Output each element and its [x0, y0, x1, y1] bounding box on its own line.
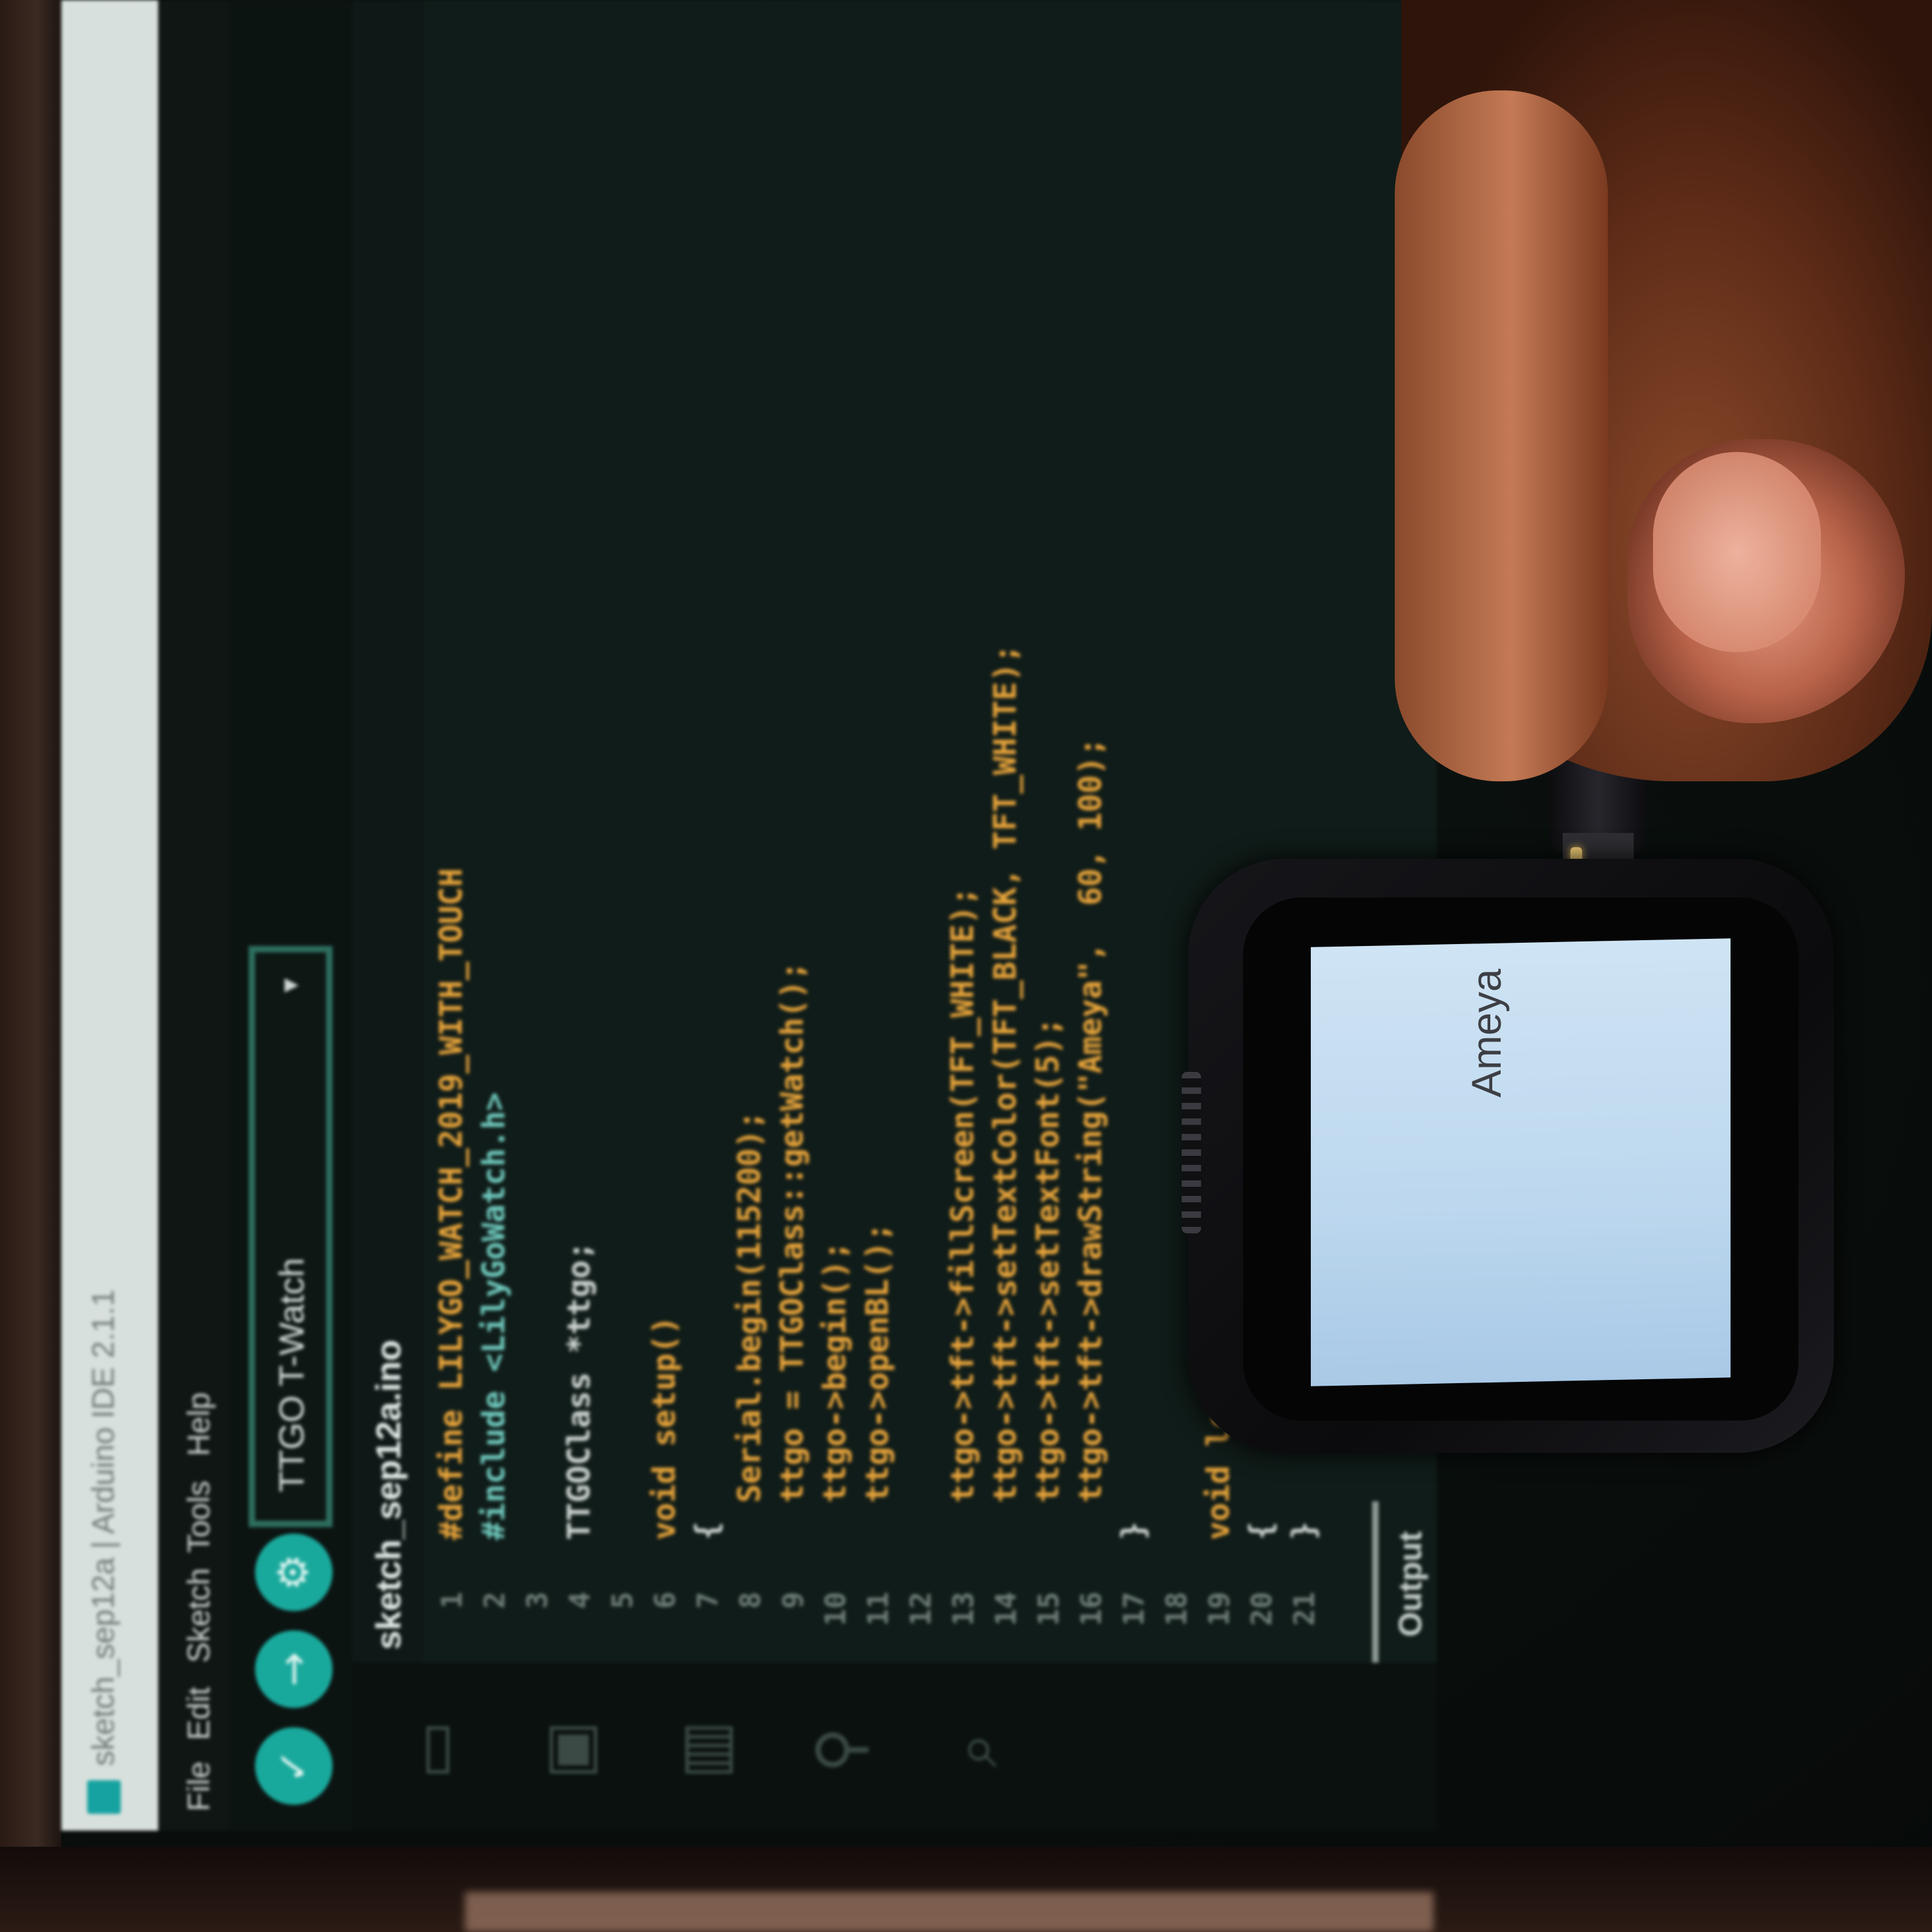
file-tabs: sketch_sep12a.ino	[352, 0, 423, 1663]
code-line: {	[1243, 1521, 1279, 1540]
line-number: 2	[478, 1592, 511, 1609]
line-number: 17	[1118, 1592, 1151, 1626]
upload-button[interactable]: →	[255, 1630, 333, 1708]
index-finger	[1395, 90, 1608, 781]
tab-sketch-file[interactable]: sketch_sep12a.ino	[369, 1340, 409, 1650]
menu-file[interactable]: File	[181, 1762, 217, 1811]
title-bar: sketch_sep12a | Arduino IDE 2.1.1	[61, 0, 158, 1831]
line-number: 11	[862, 1592, 895, 1626]
output-tab-label: Output	[1392, 1531, 1428, 1637]
debug-icon[interactable]: ⚲	[803, 1714, 876, 1785]
debug-button[interactable]: ⚙	[255, 1534, 333, 1611]
line-number: 20	[1246, 1592, 1279, 1626]
line-number: 13	[947, 1592, 980, 1626]
line-number: 7	[692, 1592, 724, 1609]
desk-edge	[0, 0, 61, 1932]
watch-screen	[1311, 938, 1731, 1386]
line-number: 12	[905, 1592, 938, 1626]
code-line: }	[1115, 1521, 1151, 1540]
line-number: 14	[990, 1592, 1023, 1626]
code-line: ttgo->begin();	[817, 1241, 853, 1540]
code-line: Serial.begin(115200);	[732, 1111, 768, 1540]
check-icon: ✓	[270, 1749, 318, 1783]
toolbar: ✓ → ⚙ TTGO T-Watch ▾	[229, 0, 352, 1831]
line-number: 5	[606, 1592, 639, 1609]
thumbnail	[1653, 452, 1821, 652]
line-number: 1	[436, 1592, 469, 1609]
menu-bar: File Edit Sketch Tools Help	[158, 0, 229, 1831]
watch-screen-text: Ameya	[1463, 969, 1510, 1098]
debug-icon: ⚙	[270, 1554, 318, 1591]
code-line: {	[689, 1521, 725, 1540]
verify-button[interactable]: ✓	[255, 1727, 333, 1805]
folder-icon[interactable]: ▭	[396, 1714, 469, 1785]
line-number: 6	[649, 1592, 682, 1609]
board-label: TTGO T-Watch	[272, 1257, 311, 1492]
search-icon[interactable]: ⌕	[939, 1714, 1011, 1785]
code-line: ttgo->tft->fillScreen(TFT_WHITE);	[945, 887, 981, 1540]
code-line: }	[1286, 1521, 1322, 1540]
bottom-light	[465, 1892, 1434, 1932]
chevron-down-icon: ▾	[273, 978, 306, 993]
code-line: ttgo->tft->setTextColor(TFT_BLACK, TFT_W…	[987, 644, 1023, 1540]
menu-tools[interactable]: Tools	[181, 1481, 217, 1553]
speaker-grille	[1182, 1072, 1201, 1233]
photo-scene: sketch_sep12a | Arduino IDE 2.1.1 File E…	[0, 0, 1932, 1932]
code-line: ttgo->tft->setTextFont(5);	[1030, 1017, 1066, 1540]
line-number: 8	[734, 1592, 767, 1609]
line-number: 4	[564, 1592, 597, 1609]
sidebar: ▭ ▣ ▥ ⚲ ⌕	[352, 1663, 1437, 1831]
code-line: ttgo->openBL();	[859, 1222, 896, 1540]
code-line: TTGOClass *ttgo;	[561, 1241, 597, 1540]
window-title: sketch_sep12a | Arduino IDE 2.1.1	[87, 1289, 121, 1766]
line-number: 21	[1288, 1592, 1321, 1626]
arrow-right-icon: →	[270, 1652, 318, 1687]
code-line: ttgo = TTGOClass::getWatch();	[774, 961, 810, 1540]
line-number: 16	[1075, 1592, 1108, 1626]
line-number: 15	[1033, 1592, 1065, 1626]
board-selector[interactable]: TTGO T-Watch ▾	[249, 946, 333, 1527]
code-line: #define LILYGO_WATCH_2019_WITH_TOUCH	[433, 868, 469, 1540]
line-number: 3	[521, 1592, 554, 1609]
line-number: 18	[1160, 1592, 1193, 1626]
code-line: ttgo->tft->drawString("Ameya", 60, 100);	[1073, 737, 1109, 1540]
code-line: #include <LilyGoWatch.h>	[476, 1092, 512, 1540]
code-line: void setup()	[646, 1316, 683, 1540]
line-number: 19	[1203, 1592, 1236, 1626]
menu-help[interactable]: Help	[181, 1392, 217, 1456]
line-number: 10	[819, 1592, 852, 1626]
menu-sketch[interactable]: Sketch	[181, 1568, 217, 1663]
output-panel-tab[interactable]: Output	[1372, 1501, 1443, 1663]
menu-edit[interactable]: Edit	[181, 1687, 217, 1740]
library-icon[interactable]: ▥	[668, 1714, 740, 1785]
line-number: 9	[777, 1592, 810, 1609]
board-icon[interactable]: ▣	[532, 1714, 604, 1785]
arduino-app-icon	[87, 1780, 121, 1814]
